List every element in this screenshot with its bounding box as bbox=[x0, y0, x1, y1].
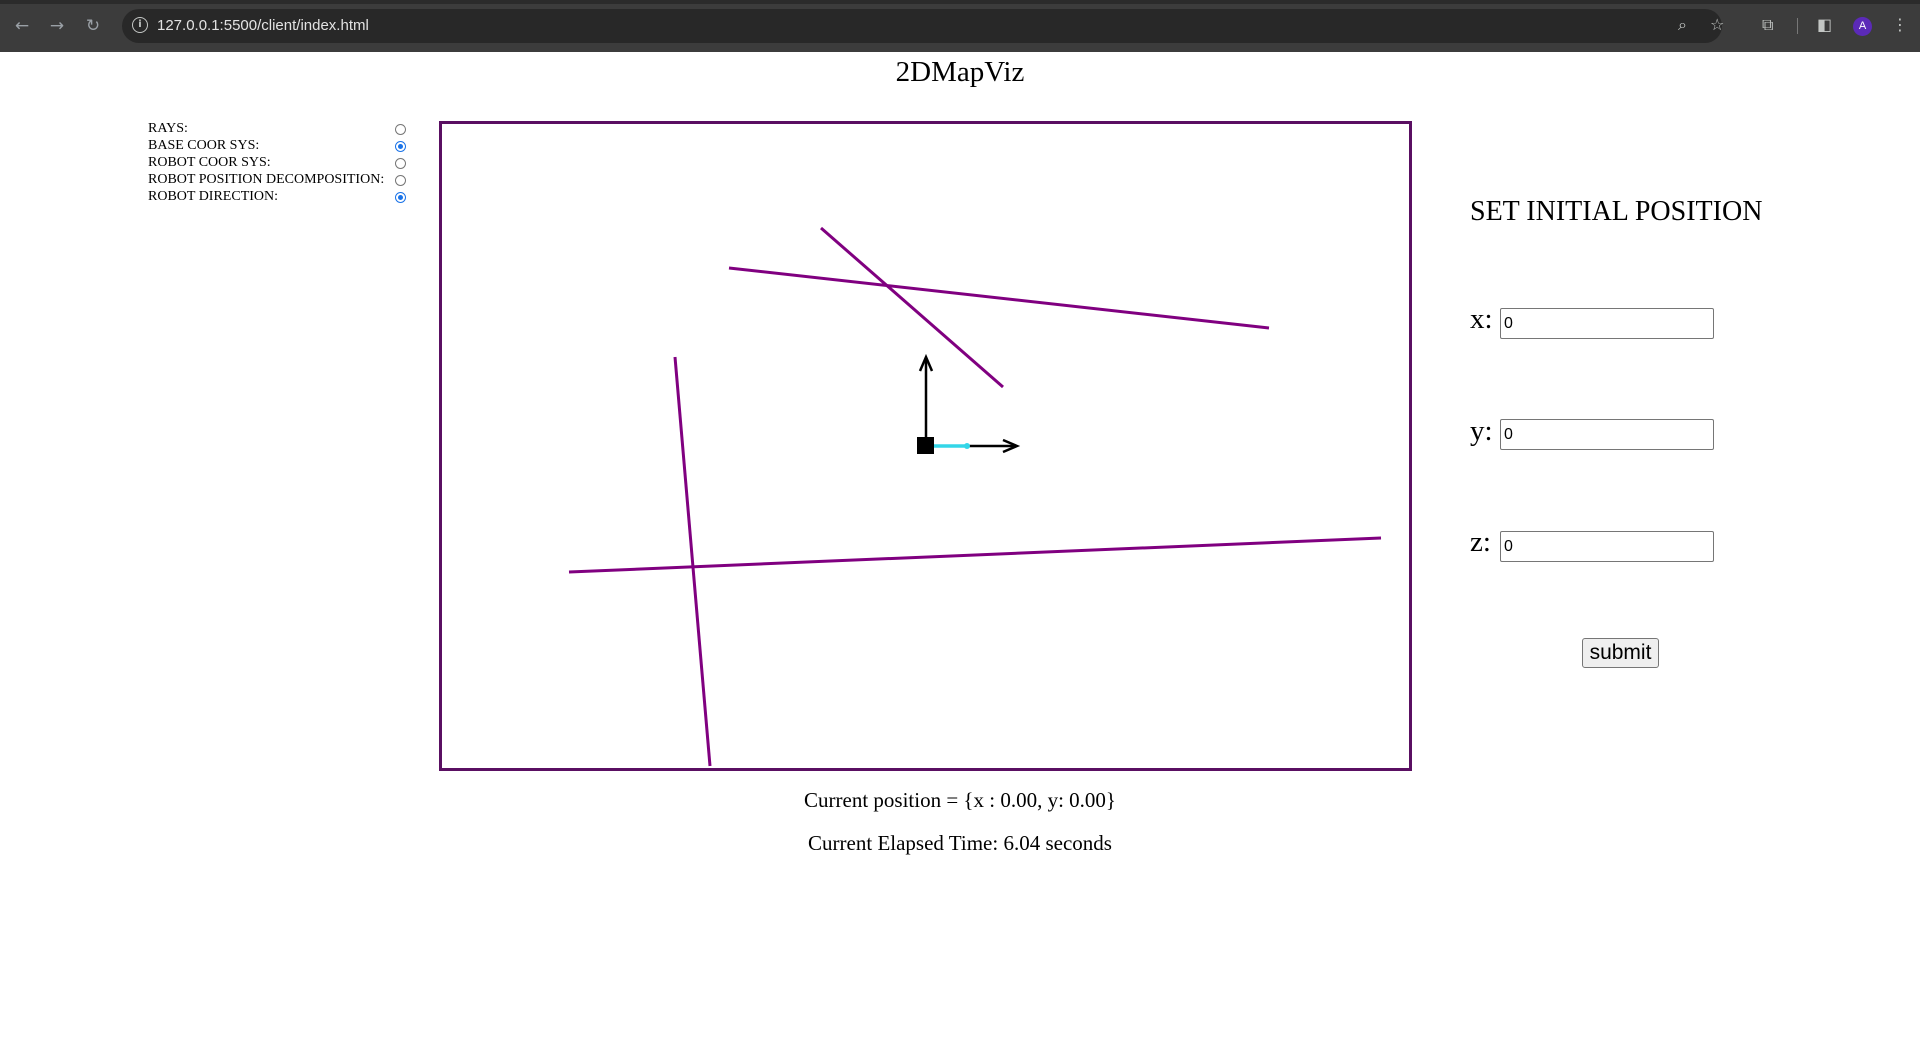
site-info-icon[interactable]: i bbox=[132, 17, 148, 33]
toggle-rays: RAYS: bbox=[148, 121, 410, 138]
submit-button[interactable]: submit bbox=[1582, 638, 1659, 668]
layer-toggles: RAYS: BASE COOR SYS: ROBOT COOR SYS: ROB… bbox=[148, 121, 410, 206]
toggle-label: RAYS: bbox=[148, 121, 188, 136]
browser-toolbar: ← → ↻ i 127.0.0.1:5500/client/index.html… bbox=[0, 0, 1920, 52]
tab-strip bbox=[0, 0, 1920, 4]
y-input[interactable] bbox=[1500, 419, 1714, 450]
toggle-base-coor-sys-radio[interactable] bbox=[395, 141, 406, 152]
back-icon[interactable]: ← bbox=[11, 15, 33, 37]
y-label: y: bbox=[1470, 415, 1493, 447]
toggle-robot-direction: ROBOT DIRECTION: bbox=[148, 189, 410, 206]
address-bar[interactable]: i 127.0.0.1:5500/client/index.html ⌕ ☆ bbox=[122, 9, 1724, 43]
x-label: x: bbox=[1470, 303, 1493, 335]
elapsed-time-text: Current Elapsed Time: 6.04 seconds bbox=[808, 831, 1112, 855]
browser-menu-icon[interactable]: ⋮ bbox=[1892, 15, 1908, 34]
extensions-icon[interactable]: ⧉ bbox=[1762, 15, 1773, 35]
profile-avatar[interactable]: A bbox=[1853, 17, 1872, 36]
robot-marker bbox=[917, 437, 934, 454]
toggle-robot-coor-sys: ROBOT COOR SYS: bbox=[148, 155, 410, 172]
reload-icon[interactable]: ↻ bbox=[82, 15, 104, 37]
z-input[interactable] bbox=[1500, 531, 1714, 562]
toggle-base-coor-sys: BASE COOR SYS: bbox=[148, 138, 410, 155]
bookmark-star-icon[interactable]: ☆ bbox=[1710, 15, 1724, 34]
map-canvas[interactable] bbox=[439, 121, 1412, 771]
toggle-robot-direction-radio[interactable] bbox=[395, 192, 406, 203]
z-label: z: bbox=[1470, 526, 1491, 558]
toggle-label: BASE COOR SYS: bbox=[148, 138, 260, 153]
form-title: SET INITIAL POSITION bbox=[1470, 196, 1763, 227]
zoom-icon[interactable]: ⌕ bbox=[1678, 15, 1687, 35]
toggle-label: ROBOT DIRECTION: bbox=[148, 189, 279, 204]
x-input[interactable] bbox=[1500, 308, 1714, 339]
current-position-text: Current position = {x : 0.00, y: 0.00} bbox=[804, 788, 1116, 812]
url-text[interactable]: 127.0.0.1:5500/client/index.html bbox=[157, 16, 369, 36]
toggle-robot-coor-sys-radio[interactable] bbox=[395, 158, 406, 169]
page-title: 2DMapViz bbox=[895, 56, 1025, 88]
toggle-label: ROBOT POSITION DECOMPOSITION: bbox=[148, 172, 385, 187]
forward-icon[interactable]: → bbox=[46, 15, 68, 37]
toggle-label: ROBOT COOR SYS: bbox=[148, 155, 271, 170]
toggle-robot-position-decomposition: ROBOT POSITION DECOMPOSITION: bbox=[148, 172, 410, 189]
robot-direction-tip bbox=[964, 443, 970, 449]
toggle-robot-position-decomposition-radio[interactable] bbox=[395, 175, 406, 186]
toolbar-divider bbox=[1797, 18, 1798, 34]
toggle-rays-radio[interactable] bbox=[395, 124, 406, 135]
side-panel-icon[interactable]: ◧ bbox=[1817, 15, 1832, 34]
